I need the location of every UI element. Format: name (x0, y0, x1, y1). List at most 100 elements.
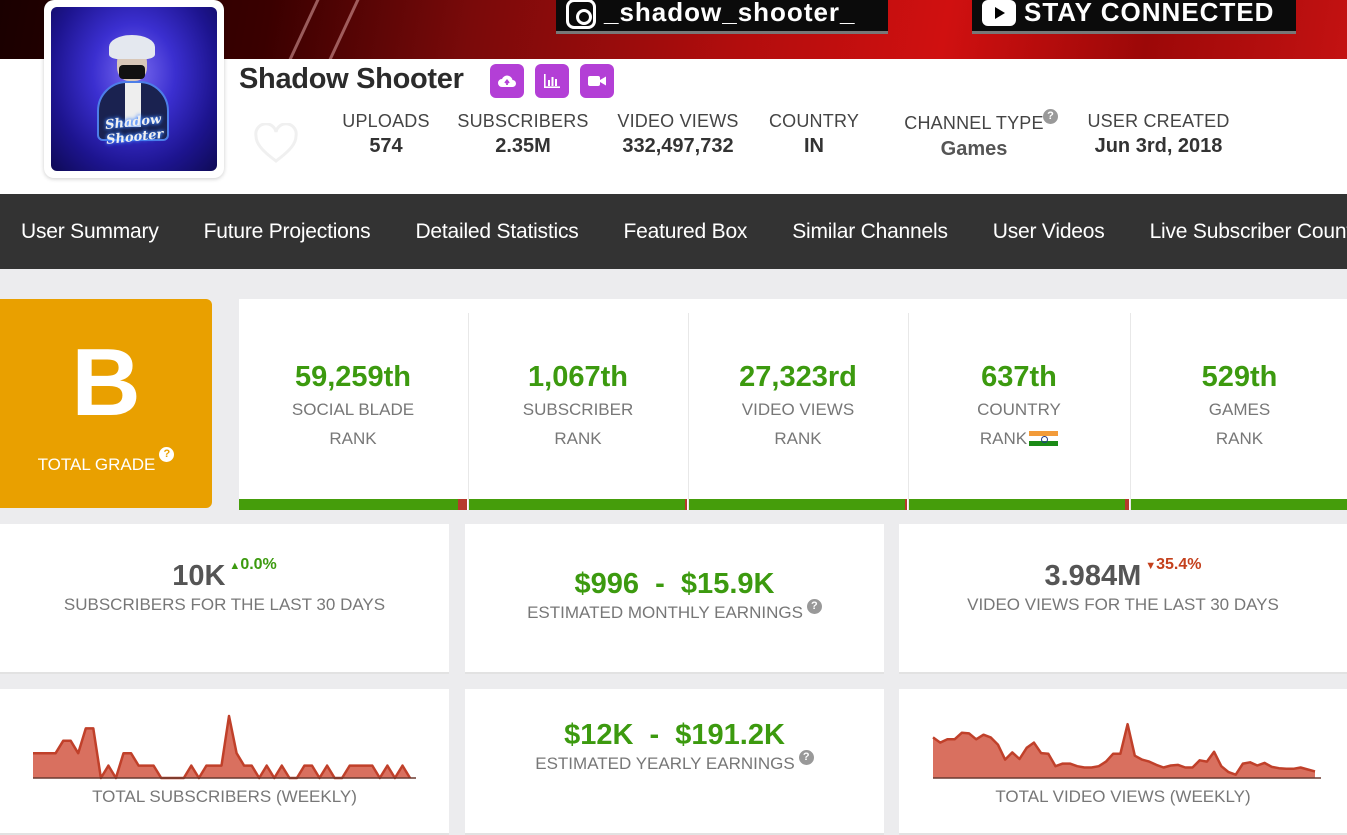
rank-percentile-bar (909, 499, 1129, 510)
nav-user-summary[interactable]: User Summary (21, 220, 159, 244)
stat-subscribers-label: SUBSCRIBERS (457, 111, 589, 131)
rank-subscriber: 1,067th SUBSCRIBER RANK (468, 313, 687, 510)
stat-video-views-value: 332,497,732 (622, 135, 734, 157)
yearly-earnings-label: ESTIMATED YEARLY EARNINGS (535, 754, 795, 773)
views-30d-value: 3.984M (1044, 560, 1142, 592)
monthly-earnings-label: ESTIMATED MONTHLY EARNINGS (527, 603, 803, 622)
video-views-weekly-card: TOTAL VIDEO VIEWS (WEEKLY) (899, 689, 1347, 835)
stat-subscribers-value: 2.35M (495, 135, 551, 157)
rank-label: SUBSCRIBER (522, 400, 634, 419)
subs-30d-value: 10K (172, 560, 226, 592)
total-grade-box: B TOTAL GRADE? (0, 299, 212, 508)
stat-video-views-label: VIDEO VIEWS (617, 111, 739, 131)
nav-future-projections[interactable]: Future Projections (204, 220, 371, 244)
rank-label-row: RANK (909, 425, 1129, 452)
nav-live-subscriber-count[interactable]: Live Subscriber Count (1150, 220, 1347, 244)
rank-value: 1,067th (528, 361, 628, 393)
stay-connected-text: STAY CONNECTED (1024, 0, 1275, 27)
channel-header: Shadow Shooter Shadow Shooter UPLOADS 57… (0, 0, 1347, 194)
sparkline-area (933, 724, 1315, 778)
nav-featured-box[interactable]: Featured Box (624, 220, 748, 244)
subscribers-weekly-sparkline (33, 714, 416, 780)
rank-label: RANK (329, 429, 377, 448)
subs-30d-label: SUBSCRIBERS FOR THE LAST 30 DAYS (63, 595, 386, 614)
youtube-play-icon (982, 0, 1016, 26)
video-button[interactable] (580, 64, 614, 98)
video-camera-icon (588, 76, 606, 86)
rank-social-blade: 59,259th SOCIAL BLADE RANK (239, 313, 467, 510)
nav-detailed-statistics[interactable]: Detailed Statistics (415, 220, 578, 244)
help-icon[interactable]: ? (159, 447, 175, 462)
instagram-handle-text: _shadow_shooter_ (604, 0, 856, 27)
ranks-panel: 59,259th SOCIAL BLADE RANK 1,067th SUBSC… (239, 299, 1347, 510)
cloud-upload-icon (498, 75, 516, 87)
rank-video-views: 27,323rd VIDEO VIEWS RANK (688, 313, 907, 510)
nav-similar-channels[interactable]: Similar Channels (792, 220, 948, 244)
stat-channel-type: CHANNEL TYPE ? Games (886, 109, 1062, 161)
rank-value: 59,259th (294, 361, 412, 393)
stat-country-label: COUNTRY (768, 111, 860, 131)
avatar-logo-text: Shadow Shooter (104, 112, 165, 148)
video-views-weekly-label: TOTAL VIDEO VIEWS (WEEKLY) (995, 787, 1251, 806)
subscribers-weekly-card: TOTAL SUBSCRIBERS (WEEKLY) (0, 689, 449, 835)
rank-bar-remainder (905, 499, 907, 510)
stat-country: COUNTRY IN (766, 111, 862, 158)
rank-bar-remainder (1124, 499, 1129, 510)
video-views-weekly-sparkline (932, 722, 1321, 779)
stat-channel-type-label: CHANNEL TYPE (904, 113, 1044, 133)
yearly-earnings-value: $12K - $191.2K (564, 719, 785, 751)
rank-label: SOCIAL BLADE (291, 400, 415, 419)
grade-label-row: TOTAL GRADE? (0, 447, 212, 475)
rank-label: RANK (1215, 429, 1264, 448)
monthly-earnings-row: $996 - $15.9K (465, 568, 884, 601)
monthly-earnings-label-row: ESTIMATED MONTHLY EARNINGS? (465, 599, 884, 623)
rank-value: 529th (1201, 361, 1278, 393)
subs-30d-row: 10K ▲0.0% (0, 556, 449, 593)
rank-label: GAMES (1208, 400, 1271, 419)
rank-label: RANK (554, 429, 602, 448)
rank-value: 27,323rd (739, 361, 857, 393)
rank-percentile-bar (469, 499, 687, 510)
views-30d-delta-text: 35.4% (1156, 556, 1202, 573)
banner-streak (321, 0, 362, 59)
help-icon[interactable]: ? (798, 750, 814, 765)
help-icon[interactable]: ? (806, 599, 822, 614)
rank-percentile-bar (1131, 499, 1347, 510)
video-views-30-days-card: 3.984M ▼35.4% VIDEO VIEWS FOR THE LAST 30… (899, 524, 1347, 674)
bar-chart-icon (544, 74, 560, 88)
avatar-frame: Shadow Shooter (44, 0, 224, 178)
rank-label: COUNTRY (977, 400, 1061, 419)
yearly-earnings-row: $12K - $191.2K (465, 719, 884, 752)
upload-button[interactable] (490, 64, 524, 98)
grade-label: TOTAL GRADE (37, 455, 156, 474)
monthly-earnings-card: $996 - $15.9K ESTIMATED MONTHLY EARNINGS… (465, 524, 884, 674)
stat-uploads: UPLOADS 574 (342, 111, 430, 158)
rank-bar-remainder (684, 499, 687, 510)
sparkline-area (33, 716, 410, 778)
rank-bar-remainder (457, 499, 467, 510)
help-icon[interactable]: ? (1043, 109, 1058, 124)
heart-icon (254, 122, 298, 163)
yearly-earnings-card: $12K - $191.2K ESTIMATED YEARLY EARNINGS… (465, 689, 884, 835)
subscribers-30-days-card: 10K ▲0.0% SUBSCRIBERS FOR THE LAST 30 DAY… (0, 524, 449, 674)
avatar-figure-hair (109, 35, 155, 59)
avatar-figure-mask (119, 65, 145, 79)
stat-user-created-label: USER CREATED (1087, 111, 1230, 131)
rank-percentile-bar (689, 499, 907, 510)
stat-country-value: IN (804, 135, 824, 157)
stat-video-views: VIDEO VIEWS 332,497,732 (614, 111, 742, 158)
subscribers-weekly-label: TOTAL SUBSCRIBERS (WEEKLY) (92, 787, 357, 806)
instagram-handle-banner: _shadow_shooter_ (556, 0, 888, 34)
stat-uploads-label: UPLOADS (342, 111, 430, 131)
favorite-button[interactable] (253, 122, 299, 165)
nav-bar: User Summary Future Projections Detailed… (0, 194, 1347, 269)
statistics-button[interactable] (535, 64, 569, 98)
stay-connected-banner: STAY CONNECTED (972, 0, 1296, 34)
views-30d-row: 3.984M ▼35.4% (899, 556, 1347, 593)
nav-user-videos[interactable]: User Videos (993, 220, 1105, 244)
india-flag-icon (1029, 431, 1059, 446)
views-30d-delta: ▼35.4% (1145, 556, 1201, 573)
stat-user-created-value: Jun 3rd, 2018 (1094, 135, 1223, 157)
instagram-icon (566, 0, 596, 29)
rank-label: VIDEO VIEWS (741, 400, 855, 419)
